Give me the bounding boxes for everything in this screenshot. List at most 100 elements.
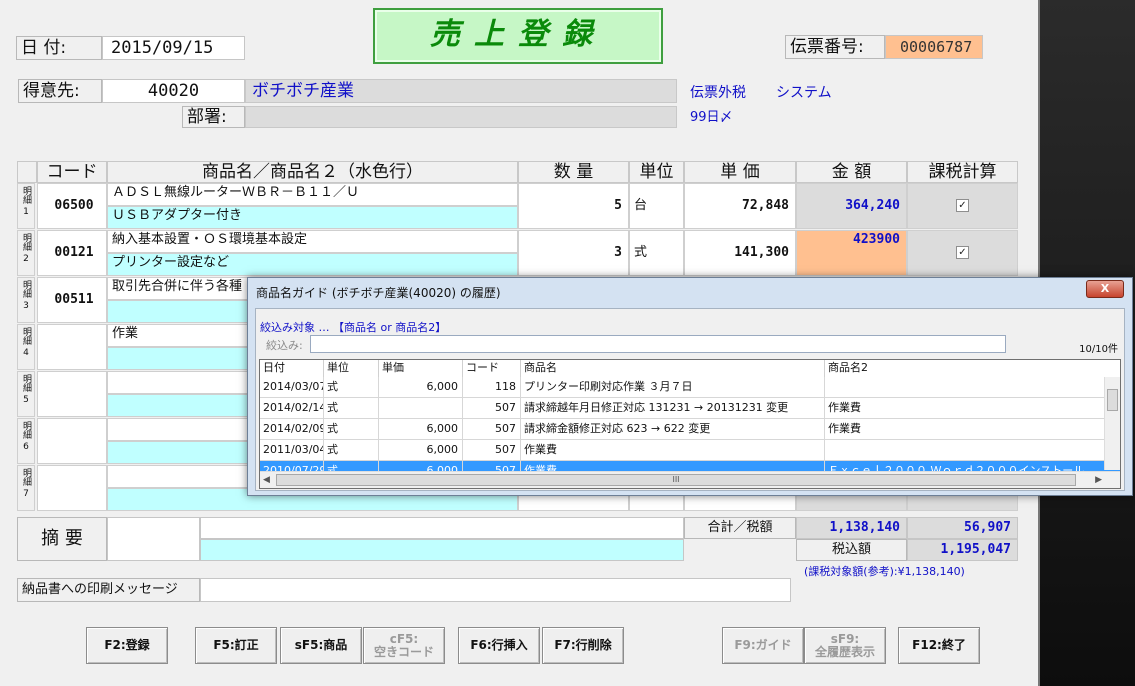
grid-cell-price[interactable]: 6,000 (379, 440, 463, 461)
date-field[interactable]: 2015/09/15 (102, 36, 245, 60)
scroll-right-icon[interactable]: ▶ (1095, 475, 1102, 485)
col-header-item-name: 商品名／商品名２（水色行） (107, 161, 518, 183)
memo-label: 摘 要 (17, 517, 107, 561)
incl-tax-label: 税込額 (796, 539, 907, 561)
department-label: 部署: (182, 106, 245, 128)
row-item-name2-field[interactable]: プリンター設定など (107, 253, 518, 276)
grid-col-header[interactable]: コード (463, 360, 521, 377)
grid-cell-price[interactable]: 6,000 (379, 377, 463, 398)
grid-cell-code[interactable]: 507 (463, 419, 521, 440)
total-tax-label: 合計／税額 (684, 517, 796, 539)
grid-cell-name2[interactable] (825, 440, 1120, 461)
grid-cell-unit[interactable]: 式 (324, 398, 379, 419)
row-code-field[interactable]: 00511 (37, 277, 107, 323)
row-number: 1 (23, 207, 29, 217)
grid-cell-date[interactable]: 2014/03/07 (260, 377, 324, 398)
row-label: 明細 2 (17, 230, 35, 276)
tax-mode-text: 伝票外税 (690, 85, 746, 101)
close-icon[interactable]: X (1086, 280, 1124, 298)
f7-button[interactable]: F7:行削除 (542, 627, 624, 664)
row-code-field[interactable] (37, 465, 107, 511)
grid-cell-name[interactable]: プリンター印刷対応作業 ３月７日 (521, 377, 825, 398)
grid-col-header[interactable]: 商品名2 (825, 360, 1120, 377)
row-unit-price-field[interactable]: 141,300 (684, 230, 796, 276)
grid-col-header[interactable]: 商品名 (521, 360, 825, 377)
grid-cell-name2[interactable]: 作業費 (825, 419, 1120, 440)
slip-number-field[interactable]: 00006787 (885, 35, 983, 59)
sf5-button[interactable]: sF5:商品 (280, 627, 362, 664)
grid-cell-unit[interactable]: 式 (324, 440, 379, 461)
horizontal-scrollbar[interactable]: ◀ III ▶ (260, 471, 1120, 488)
f12-button[interactable]: F12:終了 (898, 627, 980, 664)
row-item-name2-field[interactable]: ＵＳＢアダプター付き (107, 206, 518, 229)
grid-cell-date[interactable]: 2014/02/14 (260, 398, 324, 419)
memo-code-field[interactable] (107, 517, 200, 561)
sf9-button[interactable]: sF9: 全履歴表示 (804, 627, 886, 664)
grid-cell-price[interactable] (379, 398, 463, 419)
grid-cell-name[interactable]: 請求締越年月日修正対応 131231 → 20131231 変更 (521, 398, 825, 419)
grid-col-header[interactable]: 日付 (260, 360, 324, 377)
grid-cell-unit[interactable]: 式 (324, 419, 379, 440)
item-name-guide-dialog: 商品名ガイド (ボチボチ産業(40020) の履歴) X 絞込み対象 … 【商品… (247, 277, 1133, 496)
row-code-field[interactable]: 06500 (37, 183, 107, 229)
row-quantity-field[interactable]: 5 (518, 183, 629, 229)
scroll-left-icon[interactable]: ◀ (263, 475, 270, 485)
memo-field-2[interactable] (200, 539, 684, 561)
grid-cell-date[interactable]: 2011/03/04 (260, 440, 324, 461)
horizontal-scroll-thumb[interactable]: III (276, 474, 1076, 486)
incl-tax-value: 1,195,047 (907, 539, 1018, 561)
date-label: 日 付: (16, 36, 102, 60)
customer-name: ボチボチ産業 (245, 79, 677, 103)
grid-cell-unit[interactable]: 式 (324, 377, 379, 398)
print-message-field[interactable] (200, 578, 791, 602)
f5-button[interactable]: F5:訂正 (195, 627, 277, 664)
grid-cell-code[interactable]: 118 (463, 377, 521, 398)
row-code-field[interactable]: 00121 (37, 230, 107, 276)
row-label: 明細 1 (17, 183, 35, 229)
row-item-name-field[interactable]: 納入基本設置・ＯＳ環境基本設定 (107, 230, 518, 253)
f9-button[interactable]: F9:ガイド (722, 627, 804, 664)
row-quantity-field[interactable]: 3 (518, 230, 629, 276)
grid-cell-price[interactable]: 6,000 (379, 419, 463, 440)
row-code-field[interactable] (37, 418, 107, 464)
row-unit-price-field[interactable]: 72,848 (684, 183, 796, 229)
grid-col-header[interactable]: 単位 (324, 360, 379, 377)
tax-checkbox[interactable]: ✓ (956, 246, 969, 259)
grid-cell-name[interactable]: 請求締金額修正対応 623 → 622 変更 (521, 419, 825, 440)
grid-cell-code[interactable]: 507 (463, 398, 521, 419)
customer-code-field[interactable]: 40020 (102, 79, 245, 103)
row-number: 4 (23, 348, 29, 358)
grid-cell-name[interactable]: 作業費 (521, 440, 825, 461)
department-field[interactable] (245, 106, 677, 128)
cf5-button[interactable]: cF5: 空きコード (363, 627, 445, 664)
memo-field[interactable] (200, 517, 684, 539)
tax-checkbox[interactable]: ✓ (956, 199, 969, 212)
row-label-text: 明細 (21, 374, 31, 392)
f2-button[interactable]: F2:登録 (86, 627, 168, 664)
dialog-title: 商品名ガイド (ボチボチ産業(40020) の履歴) (256, 286, 501, 300)
row-label: 明細 5 (17, 371, 35, 417)
col-header-unit: 単位 (629, 161, 684, 183)
vertical-scroll-thumb[interactable] (1107, 389, 1118, 411)
filter-input[interactable] (310, 335, 1006, 353)
grid-cell-name2[interactable] (825, 377, 1120, 398)
row-label-text: 明細 (21, 468, 31, 486)
row-unit-field[interactable]: 台 (629, 183, 684, 229)
row-code-field[interactable] (37, 371, 107, 417)
row-unit-field[interactable]: 式 (629, 230, 684, 276)
f6-button[interactable]: F6:行挿入 (458, 627, 540, 664)
vertical-scrollbar[interactable] (1104, 377, 1120, 470)
row-item-name-field[interactable]: ＡＤＳＬ無線ルーターＷＢＲ－Ｂ１１／Ｕ (107, 183, 518, 206)
dialog-body: 絞込み対象 … 【商品名 or 商品名2】 絞込み: 10/10件 日付 単位 単価… (255, 308, 1125, 491)
grid-cell-name2[interactable]: 作業費 (825, 398, 1120, 419)
grid-cell-code[interactable]: 507 (463, 440, 521, 461)
col-header-tax-calc: 課税計算 (907, 161, 1018, 183)
row-amount-field[interactable]: 364,240 (796, 183, 907, 229)
grid-col-header[interactable]: 単価 (379, 360, 463, 377)
grid-cell-date[interactable]: 2014/02/09 (260, 419, 324, 440)
row-amount-field[interactable]: 423900 (796, 230, 907, 276)
row-label: 明細 7 (17, 465, 35, 511)
row-code-field[interactable] (37, 324, 107, 370)
history-grid-rows: 日付 単位 単価 コード 商品名 商品名2 2014/03/07 式 6,000 118 プリンター… (260, 360, 1120, 472)
row-label: 明細 6 (17, 418, 35, 464)
